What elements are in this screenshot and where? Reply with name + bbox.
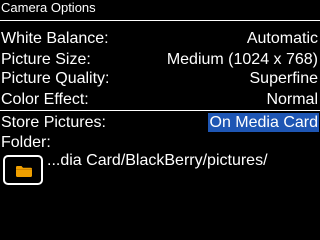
store-pictures-label: Store Pictures: <box>1 114 106 131</box>
white-balance-row[interactable]: White Balance: Automatic <box>0 28 320 49</box>
browse-folder-button[interactable] <box>3 155 43 185</box>
color-effect-row[interactable]: Color Effect: Normal <box>0 89 320 110</box>
picture-quality-label: Picture Quality: <box>1 70 110 87</box>
color-effect-value[interactable]: Normal <box>266 89 318 110</box>
picture-quality-value[interactable]: Superfine <box>250 68 319 89</box>
folder-icon <box>16 166 32 177</box>
folder-label: Folder: <box>1 134 51 151</box>
white-balance-label: White Balance: <box>1 30 109 47</box>
screen-title: Camera Options <box>1 0 96 15</box>
store-pictures-value[interactable]: On Media Card <box>207 113 319 132</box>
picture-size-value[interactable]: Medium (1024 x 768) <box>167 49 318 70</box>
section-divider <box>0 110 320 111</box>
white-balance-value[interactable]: Automatic <box>247 28 318 49</box>
picture-size-label: Picture Size: <box>1 51 91 68</box>
folder-path[interactable]: ...dia Card/BlackBerry/pictures/ <box>47 150 268 171</box>
title-divider <box>0 20 320 21</box>
color-effect-label: Color Effect: <box>1 91 89 108</box>
picture-size-row[interactable]: Picture Size: Medium (1024 x 768) <box>0 49 320 70</box>
picture-quality-row[interactable]: Picture Quality: Superfine <box>0 68 320 89</box>
store-pictures-row[interactable]: Store Pictures: On Media Card <box>0 112 320 133</box>
